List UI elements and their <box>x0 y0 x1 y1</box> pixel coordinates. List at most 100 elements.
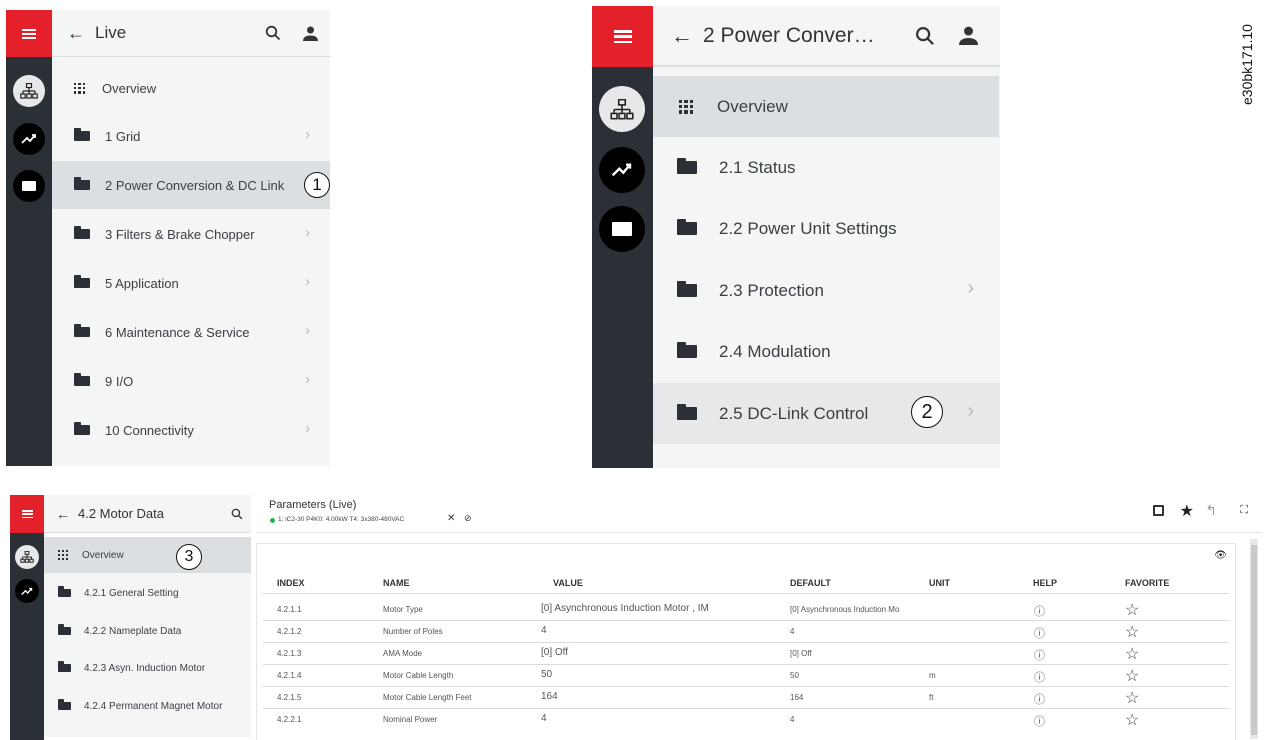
folder-icon <box>677 158 697 174</box>
menu-item-9-io[interactable]: 9 I/O › <box>52 357 330 405</box>
menu-item-label: 2.4 Modulation <box>719 341 831 361</box>
menu-item-overview[interactable]: Overview <box>52 64 330 112</box>
table-row[interactable]: 4.2.1.3 AMA Mode [0] Off [0] Off ⓘ ☆ <box>263 643 1229 665</box>
help-icon[interactable]: ⓘ <box>1034 625 1045 641</box>
folder-icon <box>677 342 697 358</box>
menu-item-1-grid[interactable]: 1 Grid › <box>52 112 330 160</box>
cell-index: 4.2.1.1 <box>277 605 302 614</box>
user-icon[interactable] <box>959 26 978 45</box>
trend-icon[interactable] <box>15 579 39 603</box>
save-icon[interactable] <box>1153 505 1164 516</box>
scrollbar-thumb[interactable] <box>1251 545 1257 735</box>
menu-item-label: 2.1 Status <box>719 157 796 177</box>
help-icon[interactable]: ⓘ <box>1034 713 1045 729</box>
star-outline-icon[interactable]: ☆ <box>1125 644 1139 664</box>
folder-icon <box>58 624 71 635</box>
back-arrow-icon[interactable]: ← <box>67 23 85 44</box>
table-row[interactable]: 4.2.1.2 Number of Poles 4 4 ⓘ ☆ <box>263 621 1229 643</box>
cell-default: 50 <box>790 671 799 680</box>
menu-item-label: 4.2.2 Nameplate Data <box>84 625 182 637</box>
menu-item-4-2-1-general-setting[interactable]: 4.2.1 General Setting <box>44 574 251 612</box>
cell-value[interactable]: 50 <box>541 669 552 680</box>
callout-2: 2 <box>911 396 943 428</box>
network-icon[interactable] <box>15 545 39 569</box>
menu-item-overview[interactable]: Overview <box>44 537 251 573</box>
menu-item-label: 3 Filters & Brake Chopper <box>105 226 255 242</box>
menu-item-2-5-dc-link-control[interactable]: 2.5 DC-Link Control › <box>653 383 1000 444</box>
cell-value[interactable]: 4 <box>541 713 547 724</box>
trend-icon[interactable] <box>13 123 45 155</box>
cell-value[interactable]: 164 <box>541 691 558 702</box>
search-icon[interactable] <box>915 26 935 46</box>
menu-item-2-power-conversion[interactable]: 2 Power Conversion & DC Link <box>52 161 330 209</box>
hamburger-button[interactable] <box>10 495 44 533</box>
column-header-favorite[interactable]: FAVORITE <box>1125 578 1169 588</box>
menu-item-10-connectivity[interactable]: 10 Connectivity › <box>52 406 330 454</box>
cell-value[interactable]: [0] Off <box>541 647 568 658</box>
network-icon[interactable] <box>599 86 645 132</box>
star-outline-icon[interactable]: ☆ <box>1125 666 1139 686</box>
reply-icon[interactable]: ↰ <box>1205 502 1217 519</box>
table-row[interactable]: 4.2.1.4 Motor Cable Length 50 50 m ⓘ ☆ <box>263 665 1229 687</box>
menu-item-label: 9 I/O <box>105 373 134 389</box>
column-header-unit[interactable]: UNIT <box>929 578 950 588</box>
column-header-default[interactable]: DEFAULT <box>790 578 831 588</box>
eye-icon[interactable]: 👁 <box>1214 550 1227 561</box>
menu-item-2-2-power-unit-settings[interactable]: 2.2 Power Unit Settings <box>653 198 1000 259</box>
fullscreen-icon[interactable]: ⛶ <box>1240 504 1248 517</box>
table-row[interactable]: 4.2.1.1 Motor Type [0] Asynchronous Indu… <box>263 599 1229 621</box>
menu-item-2-1-status[interactable]: 2.1 Status <box>653 137 1000 198</box>
scrollbar[interactable] <box>1250 539 1258 739</box>
folder-icon[interactable] <box>13 170 45 202</box>
menu-item-4-2-2-nameplate-data[interactable]: 4.2.2 Nameplate Data <box>44 612 251 650</box>
cell-index: 4.2.2.1 <box>277 715 302 724</box>
column-header-index[interactable]: INDEX <box>277 578 305 588</box>
table-row[interactable]: 4.2.1.5 Motor Cable Length Feet 164 164 … <box>263 687 1229 709</box>
cell-index: 4.2.1.2 <box>277 627 302 636</box>
folder-icon[interactable] <box>599 206 645 252</box>
cell-unit: m <box>929 671 936 680</box>
cell-default: [0] Asynchronous Induction Mo <box>790 605 900 614</box>
trend-icon[interactable] <box>599 147 645 193</box>
menu-item-4-2-4-permanent-magnet-motor[interactable]: 4.2.4 Permanent Magnet Motor <box>44 687 251 725</box>
star-outline-icon[interactable]: ☆ <box>1125 710 1139 730</box>
star-outline-icon[interactable]: ☆ <box>1125 600 1139 620</box>
menu-item-2-3-protection[interactable]: 2.3 Protection › <box>653 260 1000 321</box>
hamburger-button[interactable] <box>592 6 653 67</box>
star-filled-icon[interactable]: ★ <box>1180 501 1194 521</box>
menu-item-2-4-modulation[interactable]: 2.4 Modulation <box>653 321 1000 382</box>
back-arrow-icon[interactable]: ← <box>56 506 70 522</box>
menu-item-5-application[interactable]: 5 Application › <box>52 259 330 307</box>
cell-value[interactable]: [0] Asynchronous Induction Motor , IM <box>541 603 709 614</box>
star-outline-icon[interactable]: ☆ <box>1125 622 1139 642</box>
menu-item-4-2-3-asyn-induction-motor[interactable]: 4.2.3 Asyn. Induction Motor <box>44 649 251 687</box>
disconnect-icon[interactable]: ⊘ <box>464 513 472 524</box>
help-icon[interactable]: ⓘ <box>1034 603 1045 619</box>
user-icon[interactable] <box>303 26 318 41</box>
menu-item-overview[interactable]: Overview <box>653 76 999 137</box>
back-arrow-icon[interactable]: ← <box>671 23 693 49</box>
hamburger-button[interactable] <box>6 10 52 57</box>
menu-item-6-maintenance[interactable]: 6 Maintenance & Service › <box>52 308 330 356</box>
table-row[interactable]: 4.2.2.1 Nominal Power 4 4 ⓘ ☆ <box>263 709 1229 731</box>
star-outline-icon[interactable]: ☆ <box>1125 688 1139 708</box>
search-icon[interactable] <box>231 508 243 520</box>
cell-name: AMA Mode <box>383 649 423 658</box>
close-icon[interactable]: ✕ <box>447 513 455 524</box>
menu-item-3-filters[interactable]: 3 Filters & Brake Chopper › <box>52 210 330 258</box>
column-header-name[interactable]: NAME <box>383 578 410 588</box>
help-icon[interactable]: ⓘ <box>1034 669 1045 685</box>
table-header: INDEX NAME VALUE DEFAULT UNIT HELP FAVOR… <box>263 572 1229 594</box>
menu-list: Overview 2.1 Status 2.2 Power Unit Setti… <box>653 76 1000 466</box>
search-icon[interactable] <box>265 25 281 41</box>
menu-item-label: 10 Connectivity <box>105 422 194 438</box>
help-icon[interactable]: ⓘ <box>1034 647 1045 663</box>
column-header-value[interactable]: VALUE <box>553 578 583 588</box>
parameter-table: 👁 INDEX NAME VALUE DEFAULT UNIT HELP FAV… <box>256 543 1236 740</box>
cell-value[interactable]: 4 <box>541 625 547 636</box>
column-header-help[interactable]: HELP <box>1033 578 1057 588</box>
cell-index: 4.2.1.4 <box>277 671 302 680</box>
help-icon[interactable]: ⓘ <box>1034 691 1045 707</box>
network-icon[interactable] <box>13 75 45 107</box>
menu-item-label: 5 Application <box>105 275 179 291</box>
